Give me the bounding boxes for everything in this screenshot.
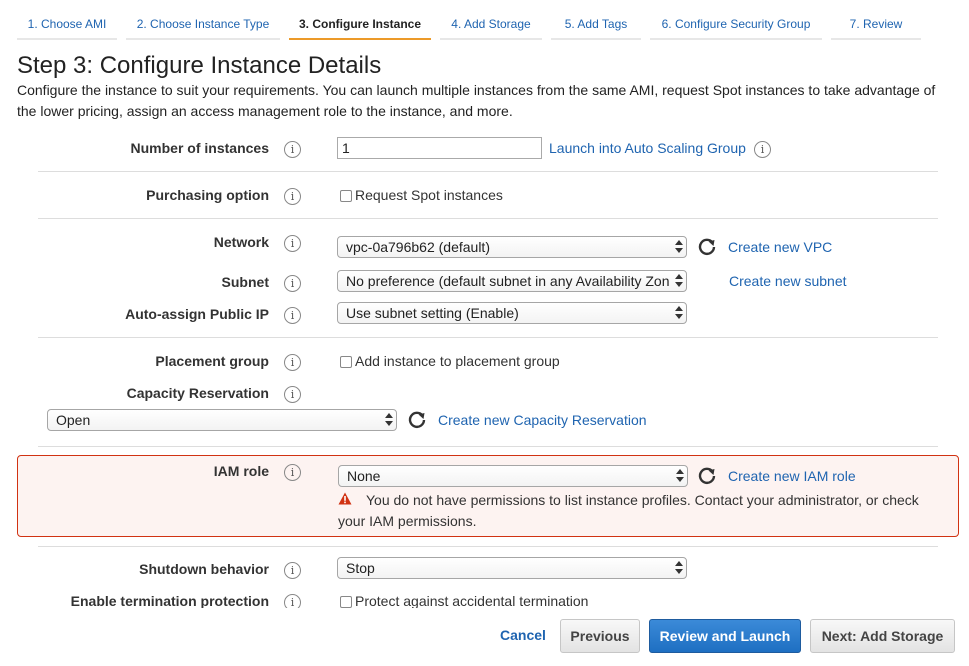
capacity-reservation-select[interactable]: Open bbox=[47, 409, 397, 431]
info-icon[interactable]: i bbox=[284, 188, 301, 205]
info-icon[interactable]: i bbox=[284, 386, 301, 403]
tab-configure-instance[interactable]: 3. Configure Instance bbox=[289, 12, 431, 40]
tab-add-storage[interactable]: 4. Add Storage bbox=[440, 12, 542, 40]
auto-assign-ip-label: Auto-assign Public IP bbox=[125, 306, 269, 322]
termination-protection-label: Enable termination protection bbox=[70, 593, 269, 609]
capacity-reservation-value: Open bbox=[56, 412, 91, 428]
number-of-instances-input[interactable]: 1 bbox=[337, 137, 542, 159]
iam-role-value: None bbox=[347, 468, 381, 484]
network-select[interactable]: vpc-0a796b62 (default) bbox=[337, 236, 687, 258]
cancel-button[interactable]: Cancel bbox=[490, 619, 556, 653]
shutdown-behavior-select[interactable]: Stop bbox=[337, 557, 687, 579]
iam-role-label: IAM role bbox=[213, 463, 269, 479]
select-arrows-icon bbox=[385, 412, 393, 428]
refresh-icon[interactable] bbox=[407, 409, 427, 429]
tab-add-tags[interactable]: 5. Add Tags bbox=[551, 12, 641, 40]
purchasing-option-label: Purchasing option bbox=[146, 187, 269, 203]
refresh-icon[interactable] bbox=[697, 236, 717, 256]
iam-error-text-line2: your IAM permissions. bbox=[338, 513, 477, 529]
info-icon[interactable]: i bbox=[284, 275, 301, 292]
shutdown-behavior-value: Stop bbox=[346, 560, 375, 576]
info-icon[interactable]: i bbox=[284, 141, 301, 158]
refresh-icon[interactable] bbox=[697, 465, 717, 485]
info-icon[interactable]: i bbox=[284, 235, 301, 252]
placement-group-checkbox[interactable] bbox=[340, 356, 352, 368]
info-icon[interactable]: i bbox=[754, 141, 771, 158]
divider bbox=[38, 218, 938, 219]
termination-protection-checkbox-label[interactable]: Protect against accidental termination bbox=[355, 593, 588, 609]
info-icon[interactable]: i bbox=[284, 464, 301, 481]
shutdown-behavior-label: Shutdown behavior bbox=[139, 561, 269, 577]
number-of-instances-label: Number of instances bbox=[130, 140, 269, 156]
previous-button[interactable]: Previous bbox=[560, 619, 640, 653]
placement-group-checkbox-label[interactable]: Add instance to placement group bbox=[355, 353, 560, 369]
tab-choose-instance-type[interactable]: 2. Choose Instance Type bbox=[126, 12, 280, 40]
warning-icon bbox=[338, 492, 352, 505]
review-and-launch-button[interactable]: Review and Launch bbox=[649, 619, 801, 653]
iam-error-text-line1: You do not have permissions to list inst… bbox=[366, 492, 919, 508]
request-spot-label[interactable]: Request Spot instances bbox=[355, 187, 503, 203]
tab-configure-security-group[interactable]: 6. Configure Security Group bbox=[650, 12, 822, 40]
subnet-label: Subnet bbox=[221, 274, 269, 290]
page-description: Configure the instance to suit your requ… bbox=[17, 82, 936, 119]
divider bbox=[38, 546, 938, 547]
auto-assign-ip-value: Use subnet setting (Enable) bbox=[346, 305, 519, 321]
create-capacity-reservation-link[interactable]: Create new Capacity Reservation bbox=[438, 412, 647, 428]
tab-review[interactable]: 7. Review bbox=[831, 12, 921, 40]
select-arrows-icon bbox=[675, 273, 683, 289]
next-add-storage-button[interactable]: Next: Add Storage bbox=[810, 619, 955, 653]
select-arrows-icon bbox=[675, 305, 683, 321]
page-title: Step 3: Configure Instance Details bbox=[17, 52, 382, 79]
placement-group-label: Placement group bbox=[155, 353, 269, 369]
subnet-value: No preference (default subnet in any Ava… bbox=[346, 273, 670, 289]
create-new-vpc-link[interactable]: Create new VPC bbox=[728, 239, 832, 255]
network-label: Network bbox=[213, 234, 269, 250]
select-arrows-icon bbox=[675, 239, 683, 255]
capacity-reservation-label: Capacity Reservation bbox=[126, 385, 269, 401]
info-icon[interactable]: i bbox=[284, 307, 301, 324]
create-new-subnet-link[interactable]: Create new subnet bbox=[729, 273, 847, 289]
subnet-select[interactable]: No preference (default subnet in any Ava… bbox=[337, 270, 687, 292]
info-icon[interactable]: i bbox=[284, 562, 301, 579]
network-value: vpc-0a796b62 (default) bbox=[346, 239, 490, 255]
termination-protection-checkbox[interactable] bbox=[340, 596, 352, 608]
divider bbox=[38, 171, 938, 172]
request-spot-checkbox[interactable] bbox=[340, 190, 352, 202]
tab-choose-ami[interactable]: 1. Choose AMI bbox=[17, 12, 117, 40]
select-arrows-icon bbox=[676, 468, 684, 484]
iam-role-select[interactable]: None bbox=[338, 465, 688, 487]
create-new-iam-role-link[interactable]: Create new IAM role bbox=[728, 468, 856, 484]
divider bbox=[38, 446, 938, 447]
auto-assign-ip-select[interactable]: Use subnet setting (Enable) bbox=[337, 302, 687, 324]
info-icon[interactable]: i bbox=[284, 354, 301, 371]
divider bbox=[38, 337, 938, 338]
select-arrows-icon bbox=[675, 560, 683, 576]
launch-auto-scaling-link[interactable]: Launch into Auto Scaling Group bbox=[549, 140, 746, 156]
